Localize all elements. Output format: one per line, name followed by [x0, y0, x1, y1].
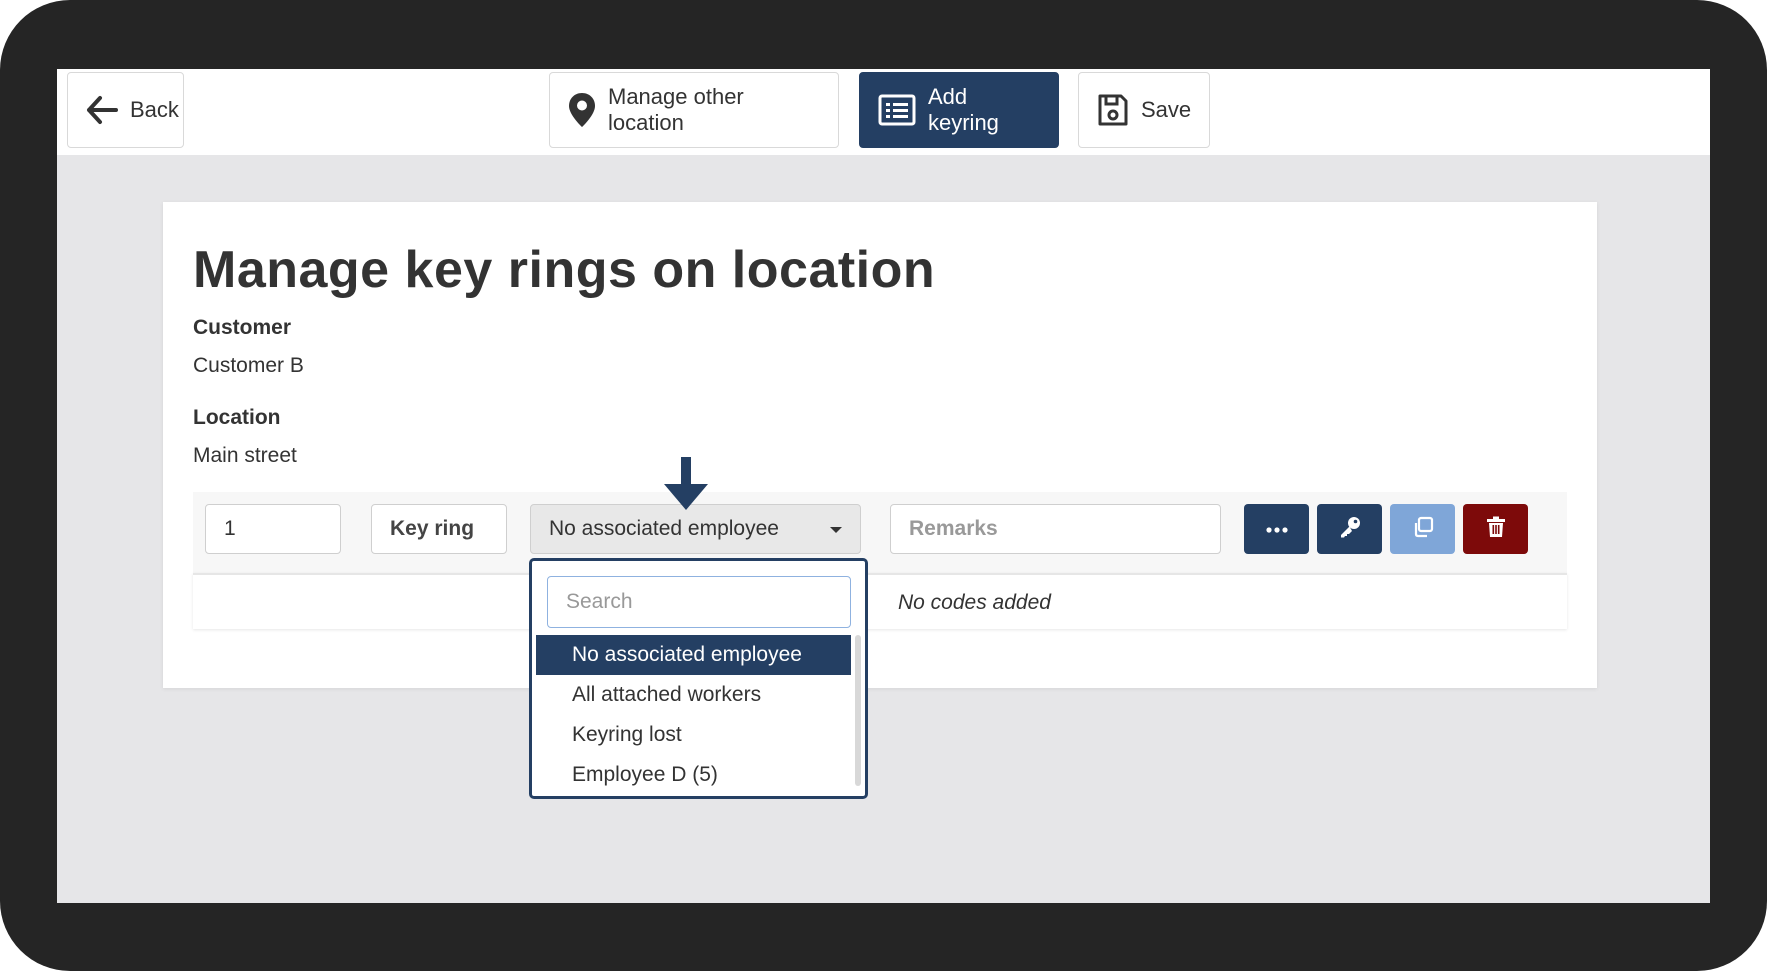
employee-dropdown: Search No associated employee All attach… — [529, 558, 868, 799]
location-value: Main street — [193, 444, 297, 467]
add-keyring-button[interactable]: Add keyring — [859, 72, 1059, 148]
arrow-down-icon — [662, 457, 710, 518]
list-icon — [878, 94, 916, 126]
keyring-name-input[interactable]: Key ring — [371, 504, 507, 554]
back-label: Back — [130, 97, 179, 122]
caret-down-icon — [830, 527, 842, 533]
dropdown-search-input[interactable]: Search — [547, 576, 851, 628]
save-button[interactable]: Save — [1078, 72, 1210, 148]
dropdown-option[interactable]: No associated employee — [536, 635, 851, 675]
key-icon — [1338, 515, 1362, 544]
dropdown-option[interactable]: All attached workers — [536, 675, 851, 715]
key-codes-button[interactable] — [1317, 504, 1382, 554]
keyring-card: Manage key rings on location Customer Cu… — [163, 202, 1597, 688]
remarks-input[interactable]: Remarks — [890, 504, 1221, 554]
manage-other-location-label: Manage other location — [608, 84, 744, 135]
more-options-button[interactable] — [1244, 504, 1309, 554]
map-pin-icon — [568, 92, 596, 128]
keyring-number-input[interactable]: 1 — [205, 504, 341, 554]
delete-keyring-button[interactable] — [1463, 504, 1528, 554]
location-label: Location — [193, 406, 281, 429]
arrow-left-icon — [86, 95, 118, 125]
back-button[interactable]: Back — [67, 72, 184, 148]
codes-status-text: No codes added — [898, 591, 1051, 614]
add-keyring-label: Add keyring — [928, 84, 999, 135]
keyring-row: 1 Key ring No associated employee Remark… — [193, 492, 1567, 573]
copy-keyring-button[interactable] — [1390, 504, 1455, 554]
copy-icon — [1412, 516, 1434, 543]
trash-icon — [1486, 516, 1506, 543]
toolbar: Back Manage other location Add keyring S… — [57, 69, 1710, 155]
app-screen: Back Manage other location Add keyring S… — [57, 69, 1710, 903]
employee-select-value: No associated employee — [549, 517, 779, 540]
dropdown-option[interactable]: Employee D (5) — [536, 755, 851, 795]
dropdown-scrollbar[interactable] — [855, 635, 861, 786]
floppy-disk-icon — [1097, 93, 1129, 127]
dropdown-option[interactable]: Keyring lost — [536, 715, 851, 755]
customer-label: Customer — [193, 316, 292, 339]
save-label: Save — [1141, 97, 1192, 122]
manage-other-location-button[interactable]: Manage other location — [549, 72, 839, 148]
keyring-codes-row: No codes added — [193, 573, 1567, 629]
ellipsis-icon — [1265, 520, 1288, 538]
customer-value: Customer B — [193, 354, 304, 377]
page-title: Manage key rings on location — [193, 241, 936, 299]
